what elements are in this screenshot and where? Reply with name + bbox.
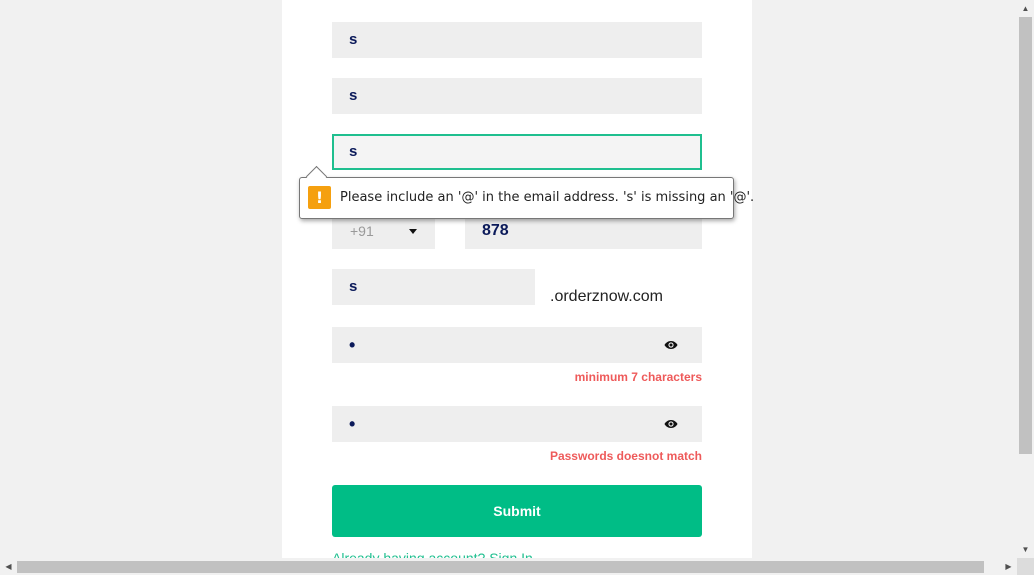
sign-in-link[interactable]: Already having account? Sign In — [332, 550, 533, 558]
email-input[interactable]: s — [332, 134, 702, 170]
scroll-up-icon[interactable]: ▲ — [1017, 0, 1034, 17]
scroll-down-icon[interactable]: ▼ — [1017, 541, 1034, 558]
warning-icon: ! — [308, 186, 331, 209]
validation-tooltip: ! Please include an '@' in the email add… — [299, 165, 754, 219]
horizontal-scrollbar[interactable]: ◀ ▶ — [0, 558, 1017, 575]
chevron-down-icon — [409, 229, 417, 234]
confirm-password-input[interactable]: • — [332, 406, 702, 442]
scrollbar-corner — [1017, 558, 1034, 575]
country-code-value: +91 — [350, 223, 374, 239]
tooltip-message: Please include an '@' in the email addre… — [340, 190, 755, 205]
eye-icon[interactable] — [664, 339, 678, 351]
eye-icon[interactable] — [664, 418, 678, 430]
submit-button[interactable]: Submit — [332, 485, 702, 537]
vertical-scroll-thumb[interactable] — [1019, 17, 1032, 454]
scroll-right-icon[interactable]: ▶ — [1000, 558, 1017, 575]
page: s s s +91 878 s .orderznow.com • minimum… — [0, 0, 1034, 575]
horizontal-scroll-thumb[interactable] — [17, 561, 984, 573]
confirm-password-mask: • — [349, 414, 356, 434]
first-name-input[interactable]: s — [332, 22, 702, 58]
subdomain-input[interactable]: s — [332, 269, 535, 305]
last-name-input[interactable]: s — [332, 78, 702, 114]
signup-form: s s s +91 878 s .orderznow.com • minimum… — [282, 0, 752, 558]
confirm-password-error: Passwords doesnot match — [549, 449, 702, 463]
domain-suffix: .orderznow.com — [550, 288, 663, 305]
password-input[interactable]: • — [332, 327, 702, 363]
scroll-left-icon[interactable]: ◀ — [0, 558, 17, 575]
vertical-scrollbar[interactable]: ▲ ▼ — [1017, 0, 1034, 558]
password-error: minimum 7 characters — [574, 370, 702, 384]
password-mask: • — [349, 335, 356, 355]
